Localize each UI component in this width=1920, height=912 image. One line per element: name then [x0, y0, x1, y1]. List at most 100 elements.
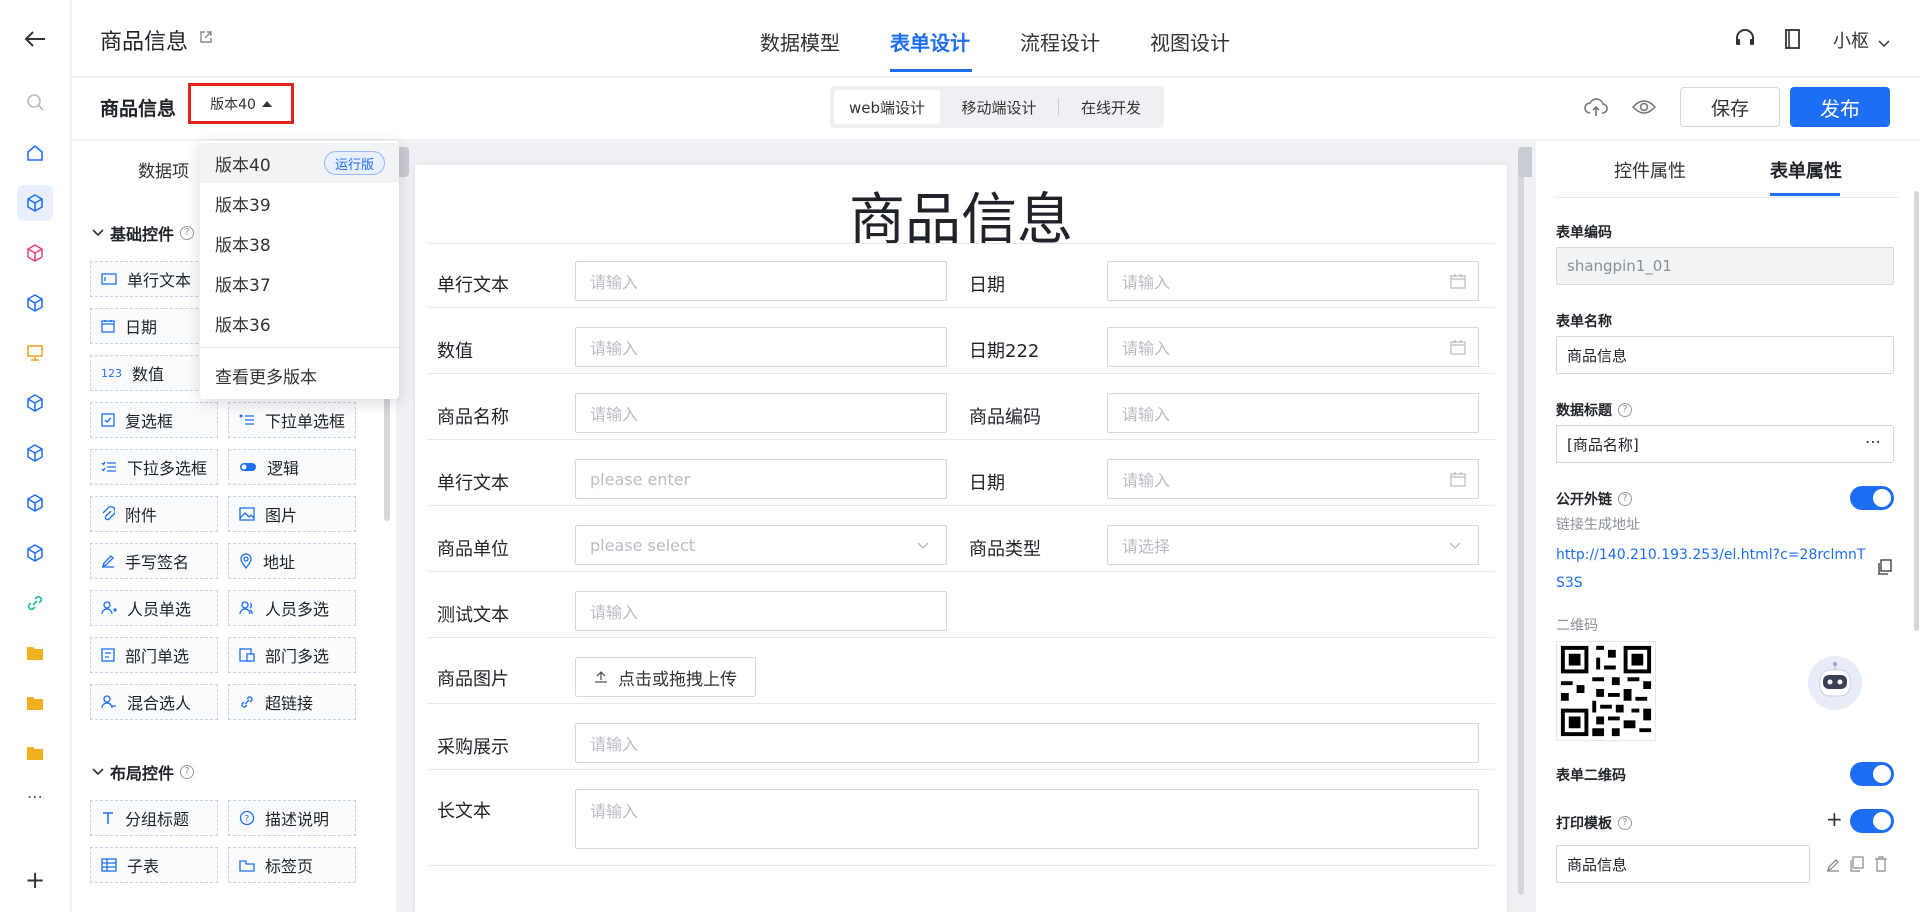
presentation-icon[interactable]	[17, 335, 53, 371]
version-option[interactable]: 版本39	[200, 183, 399, 223]
external-link-icon[interactable]	[198, 29, 214, 45]
save-button[interactable]: 保存	[1680, 87, 1780, 127]
component-attachment[interactable]: 附件	[90, 496, 218, 532]
version-selector[interactable]: 版本40	[188, 83, 294, 124]
print-template-toggle[interactable]	[1850, 809, 1894, 833]
folder-icon[interactable]	[17, 635, 53, 671]
add-icon[interactable]: +	[17, 862, 53, 898]
form-qr-toggle[interactable]	[1850, 762, 1894, 786]
component-hyperlink[interactable]: 超链接	[228, 684, 356, 720]
search-icon[interactable]	[17, 84, 53, 120]
user-name[interactable]: 小枢	[1833, 27, 1869, 53]
component-single-line-text[interactable]: 单行文本	[90, 261, 218, 297]
component-checkbox[interactable]: 复选框	[90, 402, 218, 438]
print-template-field[interactable]: 商品信息	[1556, 845, 1810, 883]
tab-data-model[interactable]: 数据模型	[760, 27, 840, 56]
select-input[interactable]: 请选择	[1107, 525, 1479, 565]
component-department-single[interactable]: 部门单选	[90, 637, 218, 673]
mode-online-dev[interactable]: 在线开发	[1062, 90, 1160, 124]
date-input[interactable]: 请输入	[1107, 261, 1479, 301]
field-input[interactable]: 请输入	[575, 723, 1479, 763]
field-input[interactable]: 请输入	[1107, 393, 1479, 433]
publish-button[interactable]: 发布	[1790, 87, 1890, 127]
public-link-url[interactable]: http://140.210.193.253/el.html?c=28rclmn…	[1556, 541, 1866, 597]
more-icon[interactable]: ⋯	[1865, 432, 1881, 451]
component-number[interactable]: 123 数值	[90, 355, 218, 391]
date-input[interactable]: 请输入	[1107, 327, 1479, 367]
component-address[interactable]: 地址	[228, 543, 356, 579]
add-icon[interactable]: +	[1826, 807, 1843, 831]
home-icon[interactable]	[17, 135, 53, 171]
date-input[interactable]: 请输入	[1107, 459, 1479, 499]
field-input[interactable]: 请输入	[575, 261, 947, 301]
more-icon[interactable]: ⋯	[17, 778, 53, 814]
component-dropdown-multi[interactable]: 下拉多选框	[90, 449, 218, 485]
folder-icon[interactable]	[17, 685, 53, 721]
cube-icon[interactable]	[17, 485, 53, 521]
help-icon[interactable]: ?	[180, 226, 195, 240]
help-icon[interactable]: ?	[180, 765, 195, 779]
field-input[interactable]: 请输入	[575, 393, 947, 433]
component-group-title[interactable]: 分组标题	[90, 800, 218, 836]
component-description[interactable]: ? 描述说明	[228, 800, 356, 836]
assistant-robot-icon[interactable]	[1808, 656, 1862, 710]
tab-data-items[interactable]: 数据项	[138, 157, 189, 182]
component-logic[interactable]: 逻辑	[228, 449, 356, 485]
upload-button[interactable]: 点击或拖拽上传	[575, 657, 756, 697]
help-icon[interactable]: ?	[1618, 492, 1632, 506]
component-image[interactable]: 图片	[228, 496, 356, 532]
scrollbar[interactable]	[1518, 165, 1524, 895]
help-icon[interactable]: ?	[1618, 816, 1632, 830]
component-date[interactable]: 日期	[90, 308, 218, 344]
cube-pink-icon[interactable]	[17, 235, 53, 271]
cube-icon[interactable]	[17, 535, 53, 571]
tab-view-design[interactable]: 视图设计	[1150, 27, 1230, 56]
cube-icon[interactable]	[17, 435, 53, 471]
component-tabs[interactable]: 标签页	[228, 847, 356, 883]
data-title-field[interactable]: [商品名称] ⋯	[1556, 425, 1894, 463]
collapse-right-handle[interactable]	[1518, 147, 1532, 177]
version-option[interactable]: 版本38	[200, 223, 399, 263]
edit-icon[interactable]	[1826, 857, 1840, 876]
mode-web-design[interactable]: web端设计	[834, 90, 940, 124]
tab-flow-design[interactable]: 流程设计	[1020, 27, 1100, 56]
version-option[interactable]: 版本37	[200, 263, 399, 303]
version-option[interactable]: 版本40 运行版	[200, 143, 399, 183]
headset-icon[interactable]	[1732, 26, 1758, 52]
chevron-down-icon[interactable]	[1878, 33, 1890, 52]
field-input[interactable]: 请输入	[575, 591, 947, 631]
book-icon[interactable]	[1779, 26, 1805, 52]
more-versions-link[interactable]: 查看更多版本	[200, 355, 399, 395]
public-link-toggle[interactable]	[1850, 486, 1894, 510]
textarea-input[interactable]: 请输入	[575, 789, 1479, 849]
component-user-single[interactable]: 人员单选	[90, 590, 218, 626]
scrollbar[interactable]	[1914, 191, 1919, 631]
select-input[interactable]: please select	[575, 525, 947, 565]
field-input[interactable]: please enter	[575, 459, 947, 499]
mode-mobile-design[interactable]: 移动端设计	[944, 90, 1054, 124]
folder-icon[interactable]	[17, 735, 53, 771]
basic-controls-section[interactable]: 基础控件 ?	[92, 221, 195, 245]
delete-icon[interactable]	[1874, 856, 1888, 876]
eye-icon[interactable]	[1631, 98, 1657, 120]
version-option[interactable]: 版本36	[200, 303, 399, 343]
tab-control-properties[interactable]: 控件属性	[1614, 157, 1686, 183]
cube-icon[interactable]	[17, 385, 53, 421]
cube-icon[interactable]	[17, 185, 53, 221]
copy-icon[interactable]	[1878, 559, 1892, 579]
component-user-multi[interactable]: 人员多选	[228, 590, 356, 626]
form-name-field[interactable]: 商品信息	[1556, 336, 1894, 374]
field-input[interactable]: 请输入	[575, 327, 947, 367]
layout-controls-section[interactable]: 布局控件 ?	[92, 760, 195, 784]
back-arrow-icon[interactable]	[18, 22, 52, 56]
component-department-multi[interactable]: 部门多选	[228, 637, 356, 673]
tab-form-design[interactable]: 表单设计	[890, 27, 970, 56]
tab-form-properties[interactable]: 表单属性	[1770, 157, 1842, 183]
component-mixed-user[interactable]: 混合选人	[90, 684, 218, 720]
component-subtable[interactable]: 子表	[90, 847, 218, 883]
cube-icon[interactable]	[17, 285, 53, 321]
link-icon[interactable]	[17, 585, 53, 621]
copy-icon[interactable]	[1850, 856, 1864, 876]
help-icon[interactable]: ?	[1618, 403, 1632, 417]
component-signature[interactable]: 手写签名	[90, 543, 218, 579]
